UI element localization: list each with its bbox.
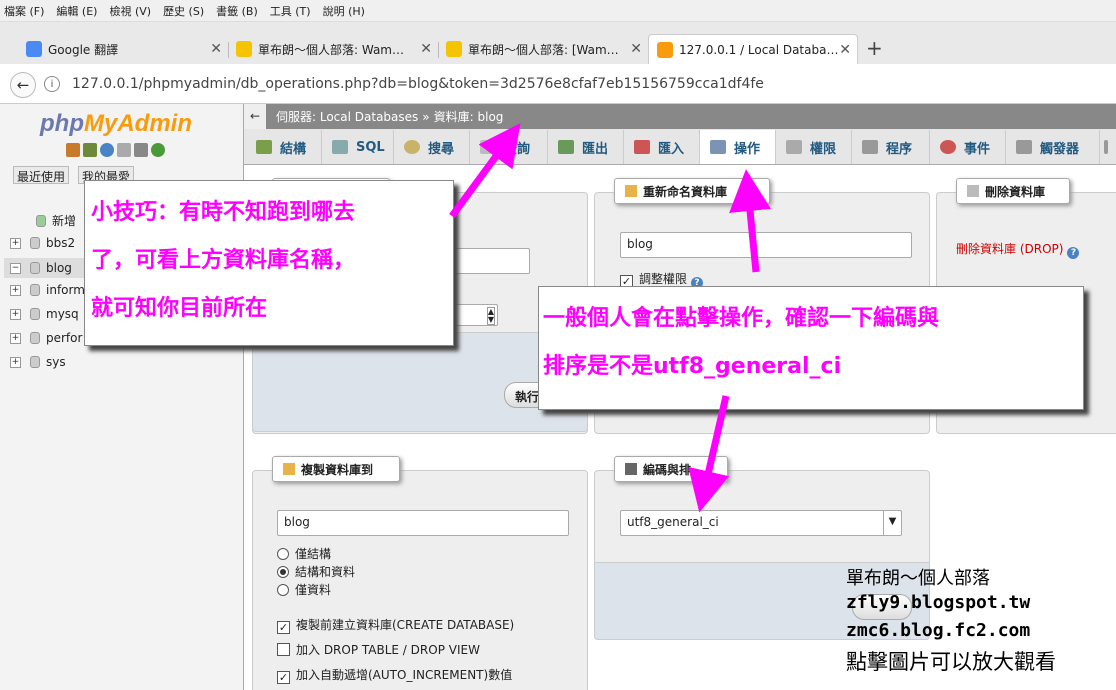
watermark-note: 點擊圖片可以放大觀看 <box>846 650 1056 674</box>
watermark-url-2: zmc6.blog.fc2.com <box>846 620 1031 641</box>
arrow-to-operations-tab <box>729 169 771 273</box>
watermark-title: 單布朗～個人部落 <box>846 568 990 588</box>
watermark-url-1: zfly9.blogspot.tw <box>846 592 1031 613</box>
arrow-to-collation <box>688 395 730 513</box>
arrow-to-breadcrumb <box>449 123 521 219</box>
